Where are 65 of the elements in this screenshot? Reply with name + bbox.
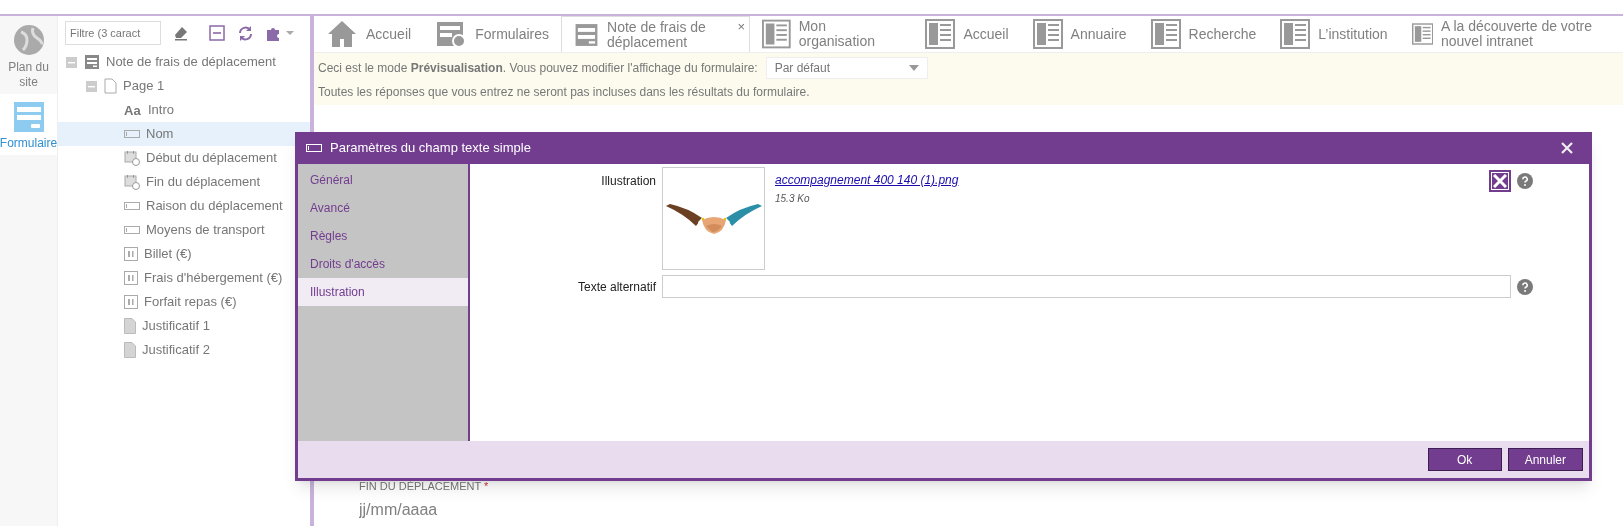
rail-item[interactable]: Formulaire [0, 94, 57, 155]
tree-item[interactable]: Aa Intro [58, 98, 310, 122]
calendar-clock-icon [124, 150, 140, 166]
help-icon[interactable] [1517, 278, 1533, 295]
number-field-icon [124, 247, 138, 261]
page-layout-icon [1032, 19, 1063, 49]
tree-item[interactable]: Justificatif 2 [58, 338, 310, 362]
tab[interactable]: Recherche [1138, 16, 1269, 52]
alt-text-label: Texte alternatif [576, 278, 657, 296]
tree-item[interactable]: Page 1 [58, 74, 310, 98]
page-layout-icon [762, 19, 791, 49]
tab[interactable]: Accueil [913, 16, 1021, 52]
close-icon[interactable] [1561, 142, 1573, 154]
page-layout-icon [925, 19, 956, 49]
tab[interactable]: Mon organisation [750, 16, 914, 52]
text-field-icon [124, 202, 140, 210]
file-link[interactable]: accompagnement 400 140 (1).png [775, 171, 959, 189]
caret-icon [908, 65, 919, 71]
tab[interactable]: L’institution [1268, 16, 1400, 52]
puzzle-dropdown-icon[interactable] [266, 25, 296, 41]
display-select[interactable]: Par défaut [765, 57, 928, 79]
file-size: 15.3 Ko [775, 192, 811, 206]
notice-note: Toutes les réponses que vous entrez ne seront pas incluses dans les résultats du formulaire. [318, 84, 811, 101]
illustration-label: Illustration [600, 173, 657, 190]
refresh-icon[interactable] [237, 24, 254, 42]
text-field-icon [124, 226, 140, 234]
dialog-button[interactable]: Annuler [1507, 448, 1583, 471]
text-field-icon [306, 144, 322, 152]
close-tab-button[interactable]: × [737, 17, 745, 37]
tab[interactable]: Note de frais de déplacement × [561, 16, 750, 52]
eraser-icon[interactable] [173, 25, 189, 41]
calendar-clock-icon [124, 174, 140, 190]
form-icon [84, 54, 100, 70]
text-field-icon [124, 130, 140, 138]
home-icon [326, 19, 358, 49]
form-icon [13, 102, 44, 132]
number-field-icon [124, 295, 138, 309]
tab[interactable]: Formulaires [423, 16, 562, 52]
dialog-button[interactable]: Ok [1427, 448, 1502, 471]
notice-text: Ceci est le mode Prévisualisation. Vous pouvez modifier l'affichage du formulaire: [318, 60, 758, 77]
tab[interactable]: A la découverte de votre nouvel intranet [1399, 16, 1623, 52]
dialog-title: Paramètres du champ texte simple [330, 139, 531, 158]
filter-field[interactable]: Filtre (3 caract [65, 21, 161, 45]
collapse-all-icon[interactable] [209, 25, 225, 41]
globe-icon [12, 24, 45, 56]
date-field[interactable]: jj/mm/aaaa [359, 498, 659, 522]
page-layout-icon [1150, 19, 1181, 49]
tree-item[interactable]: Justificatif 1 [58, 314, 310, 338]
file-icon [124, 342, 136, 358]
tab[interactable]: Accueil [314, 16, 424, 52]
page-icon [104, 78, 117, 94]
close-icon [1493, 174, 1507, 188]
alt-text-field[interactable] [662, 275, 1511, 298]
file-icon [124, 318, 136, 334]
help-icon[interactable] [1517, 173, 1533, 189]
number-field-icon [124, 271, 138, 285]
remove-image-button[interactable] [1489, 170, 1511, 192]
tree-item[interactable]: Nom [58, 122, 310, 146]
settings-tab[interactable]: Illustration [298, 278, 468, 306]
tree-item[interactable]: Note de frais de déplacement [58, 50, 310, 74]
tab[interactable]: Annuaire [1020, 16, 1139, 52]
field-label: FIN DU DÉPLACEMENT * [359, 478, 490, 494]
text-icon: Aa [124, 103, 142, 117]
rail-item[interactable]: Plan du site [0, 16, 57, 94]
page-layout-icon [1280, 19, 1311, 49]
